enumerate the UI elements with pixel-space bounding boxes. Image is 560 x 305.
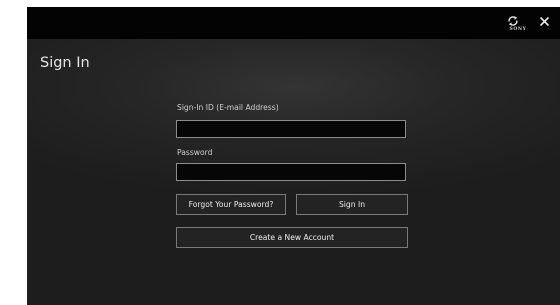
top-bar: SONY <box>27 7 560 39</box>
create-account-button[interactable]: Create a New Account <box>176 227 408 248</box>
password-label: Password <box>177 148 213 157</box>
sign-in-button[interactable]: Sign In <box>296 194 408 215</box>
sony-logo: SONY <box>509 27 527 32</box>
page-title: Sign In <box>40 55 90 71</box>
close-icon[interactable] <box>535 12 553 30</box>
sign-in-window: SONY Sign In Sign-In ID (E-mail Address)… <box>27 7 560 305</box>
signin-id-input[interactable] <box>176 120 406 138</box>
forgot-password-button[interactable]: Forgot Your Password? <box>176 194 286 215</box>
password-input[interactable] <box>176 163 406 181</box>
signin-id-label: Sign-In ID (E-mail Address) <box>177 103 279 112</box>
sign-in-panel: Sign In Sign-In ID (E-mail Address) Pass… <box>27 39 560 305</box>
